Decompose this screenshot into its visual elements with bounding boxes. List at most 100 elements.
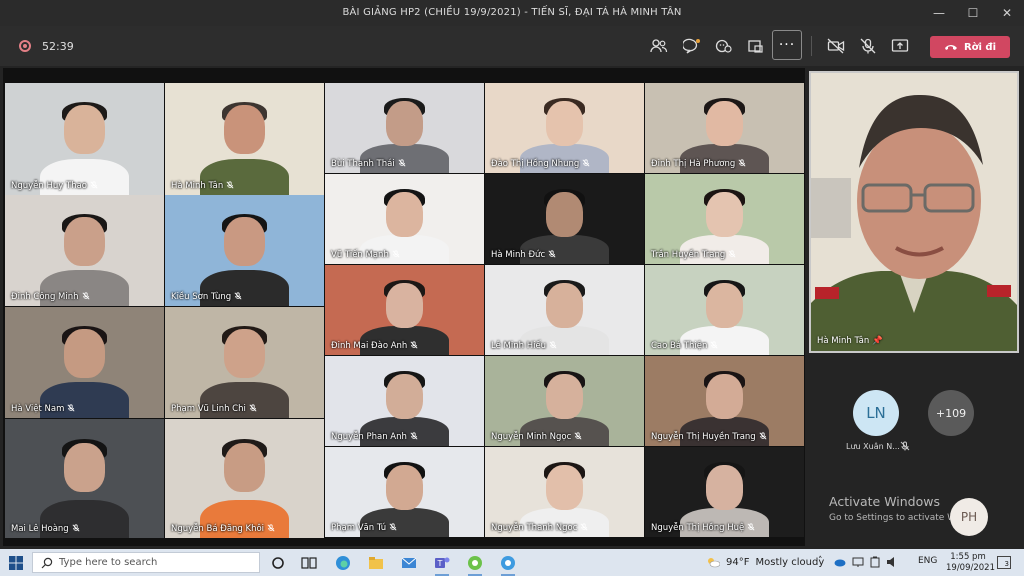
participant-face <box>385 283 424 328</box>
minimize-button[interactable]: — <box>922 0 956 26</box>
mic-muted-icon <box>577 523 588 533</box>
activate-windows-watermark: Activate Windows Go to Settings to activ… <box>829 494 958 523</box>
taskbar-search-box[interactable]: Type here to search <box>32 552 260 573</box>
self-avatar[interactable]: PH <box>950 498 988 536</box>
participant-video-tile[interactable]: Nguyễn Huy Thao <box>5 83 164 195</box>
participant-name: Hà Minh Đức <box>491 250 556 260</box>
participants-icon[interactable] <box>648 35 670 57</box>
participant-video-tile[interactable]: Đinh Mai Đào Anh <box>325 265 484 355</box>
mic-muted-icon <box>756 432 767 442</box>
share-screen-icon[interactable] <box>889 35 911 57</box>
recording-icon <box>19 40 31 52</box>
network-icon[interactable] <box>852 557 864 567</box>
participant-video-tile[interactable]: Mai Lê Hoàng <box>5 419 164 538</box>
search-icon <box>41 557 53 568</box>
mic-muted-icon <box>407 341 418 351</box>
participant-name-label: Nguyễn Thanh Ngọc <box>491 523 578 533</box>
participant-video-tile[interactable]: Đào Thị Hồng Nhung <box>485 83 644 173</box>
leave-button[interactable]: Rời đi <box>930 36 1010 58</box>
browser-app-icon[interactable] <box>498 553 518 576</box>
video-gallery: Nguyễn Huy Thao Hà Minh Tân Bùi Thanh Thái… <box>3 68 805 546</box>
participant-name: Nguyễn Thanh Ngọc <box>491 523 588 533</box>
participant-face <box>385 192 424 237</box>
participant-video-tile[interactable]: Nguyễn Thị Hồng Huệ <box>645 447 804 537</box>
participant-face <box>63 442 106 492</box>
chevron-up-icon[interactable]: ˄ <box>818 556 823 566</box>
participant-name: Nguyễn Bá Đăng Khôi <box>171 524 275 534</box>
edge-browser-icon[interactable] <box>333 553 353 573</box>
participant-video-tile[interactable]: Phạm Vũ Linh Chi <box>165 307 324 418</box>
windows-start-icon[interactable] <box>9 556 23 570</box>
maximize-button[interactable]: ☐ <box>956 0 990 26</box>
activate-title: Activate Windows <box>829 494 940 509</box>
participant-video-tile[interactable]: Nguyễn Thị Huyền Trang <box>645 356 804 446</box>
participant-video-tile[interactable]: Nguyễn Minh Ngọc <box>485 356 644 446</box>
mic-muted-icon <box>79 292 90 302</box>
mic-muted-icon <box>707 341 718 351</box>
participant-video-tile[interactable]: Hà Minh Đức <box>485 174 644 264</box>
participant-video-tile[interactable]: Trần Huyền Trang <box>645 174 804 264</box>
battery-icon[interactable] <box>870 556 880 568</box>
participant-name-label: Đinh Thị Hà Phương <box>651 159 736 169</box>
mic-muted-icon <box>546 341 557 351</box>
participant-face <box>385 465 424 510</box>
rooms-icon[interactable] <box>745 35 767 57</box>
participant-name-label: Hà Minh Tân <box>171 181 224 191</box>
participant-video-tile[interactable]: Đinh Công Minh <box>5 195 164 306</box>
task-view-icon[interactable] <box>299 553 319 573</box>
participant-video-tile[interactable]: Đinh Thị Hà Phương <box>645 83 804 173</box>
participant-avatar-ln[interactable]: LN <box>853 390 899 436</box>
participant-face <box>63 105 106 155</box>
notification-center-button[interactable]: 3 <box>997 556 1011 569</box>
title-bar: BÀI GIẢNG HP2 (CHIỀU 19/9/2021) - TIẾN S… <box>0 0 1024 26</box>
participant-video-tile[interactable]: Nguyễn Bá Đăng Khôi <box>165 419 324 538</box>
spotlight-speaker-figure <box>811 73 1017 351</box>
mic-muted-icon <box>64 404 75 414</box>
participant-name: Đinh Thị Hà Phương <box>651 159 746 169</box>
participant-video-tile[interactable]: Vũ Tiến Mạnh <box>325 174 484 264</box>
system-clock[interactable]: 1:55 pm 19/09/2021 <box>946 552 995 574</box>
mic-muted-icon <box>223 181 234 191</box>
participant-name-label: Mai Lê Hoàng <box>11 524 69 534</box>
mail-icon[interactable] <box>399 553 419 573</box>
spotlight-video[interactable]: Hà Minh Tân 📌 <box>809 71 1019 353</box>
participant-video-tile[interactable]: Nguyễn Phan Anh <box>325 356 484 446</box>
participant-name-label: Lê Minh Hiếu <box>491 341 547 351</box>
participant-video-tile[interactable]: Hà Minh Tân <box>165 83 324 195</box>
participant-video-tile[interactable]: Lê Minh Hiếu <box>485 265 644 355</box>
participant-video-tile[interactable]: Phạm Văn Tú <box>325 447 484 537</box>
close-window-button[interactable]: ✕ <box>990 0 1024 26</box>
participant-name-label: Hà Minh Đức <box>491 250 546 260</box>
mic-muted-icon <box>231 292 242 302</box>
participant-face <box>705 101 744 146</box>
camera-off-icon[interactable] <box>825 35 847 57</box>
file-explorer-icon[interactable] <box>366 553 386 573</box>
teams-icon[interactable]: T <box>432 553 452 576</box>
more-actions-button[interactable]: ··· <box>772 30 802 60</box>
participant-face <box>63 217 106 266</box>
chat-icon[interactable] <box>681 35 703 57</box>
participant-video-tile[interactable]: Kiều Sơn Tùng <box>165 195 324 306</box>
window-controls: — ☐ ✕ <box>922 0 1024 26</box>
participant-name: Đinh Mai Đào Anh <box>331 341 418 351</box>
search-placeholder: Type here to search <box>59 557 158 568</box>
weather-widget[interactable]: 94°F Mostly cloudy <box>706 556 824 568</box>
participant-video-tile[interactable]: Nguyễn Thanh Ngọc <box>485 447 644 537</box>
volume-icon[interactable] <box>886 557 898 567</box>
meeting-timer: 52:39 <box>42 40 74 53</box>
participant-video-tile[interactable]: Bùi Thanh Thái <box>325 83 484 173</box>
zalo-icon[interactable] <box>465 553 485 576</box>
participant-video-tile[interactable]: Hà Việt Nam <box>5 307 164 418</box>
input-language[interactable]: ENG <box>918 556 937 566</box>
participant-name: Nguyễn Thị Huyền Trang <box>651 432 767 442</box>
participant-face <box>223 442 266 492</box>
participant-name: Nguyễn Phan Anh <box>331 432 418 442</box>
mic-off-icon[interactable] <box>857 35 879 57</box>
participant-video-tile[interactable]: Cao Bá Thiện <box>645 265 804 355</box>
participant-face <box>63 329 106 378</box>
cortana-icon[interactable] <box>268 553 288 573</box>
more-participants-button[interactable]: +109 <box>928 390 974 436</box>
mic-muted-icon <box>395 159 406 169</box>
onedrive-icon[interactable] <box>834 557 846 567</box>
reactions-icon[interactable] <box>713 35 735 57</box>
